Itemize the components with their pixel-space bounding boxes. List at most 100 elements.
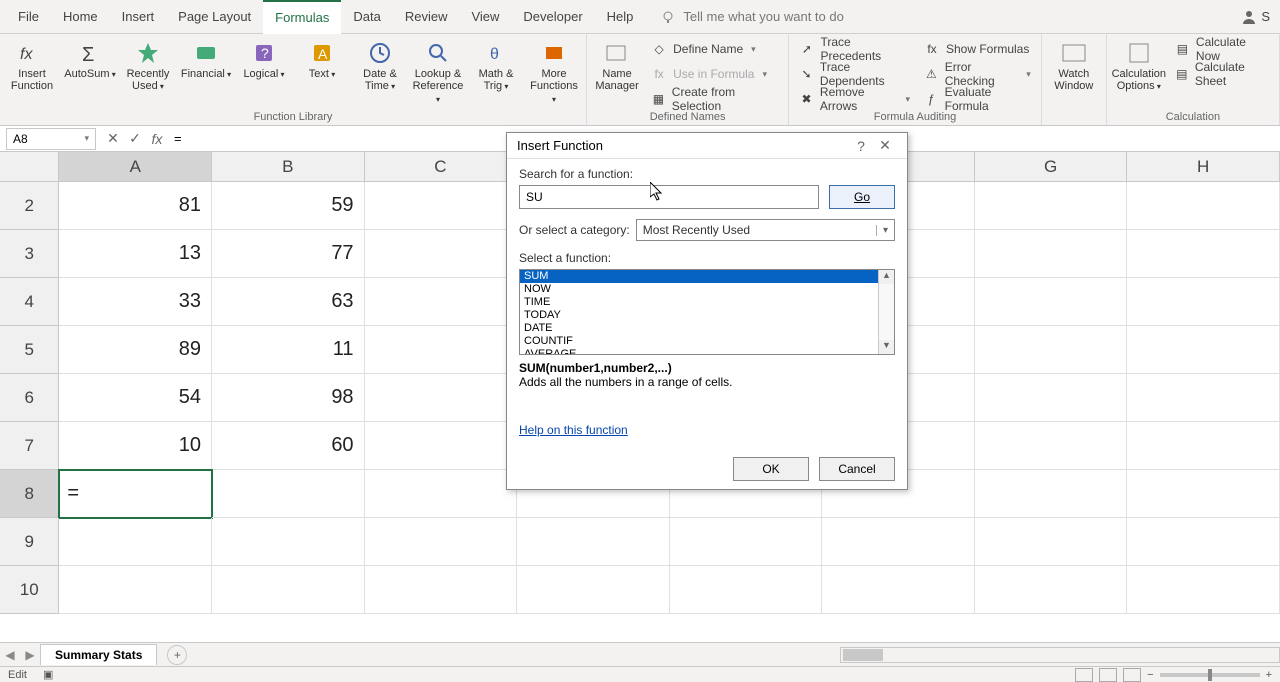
cell[interactable]: 89: [59, 326, 212, 374]
define-name-button[interactable]: ◇Define Name▾: [647, 38, 782, 60]
cell[interactable]: [975, 422, 1128, 470]
zoom-slider[interactable]: [1160, 673, 1260, 677]
show-formulas-button[interactable]: fxShow Formulas: [920, 38, 1035, 60]
cell[interactable]: [365, 518, 518, 566]
zoom-in-button[interactable]: +: [1266, 669, 1272, 681]
text-button[interactable]: AText ▾: [296, 36, 348, 81]
row-header[interactable]: 7: [0, 422, 59, 470]
column-header[interactable]: G: [975, 152, 1128, 182]
cell[interactable]: 13: [59, 230, 212, 278]
cell[interactable]: [1127, 278, 1280, 326]
calculate-sheet-button[interactable]: ▤Calculate Sheet: [1171, 63, 1273, 85]
sheet-nav-next[interactable]: ▶: [20, 648, 40, 662]
ok-button[interactable]: OK: [733, 457, 809, 481]
evaluate-formula-button[interactable]: ƒEvaluate Formula: [920, 88, 1035, 110]
category-select[interactable]: Most Recently Used▾: [636, 219, 895, 241]
name-box[interactable]: A8▾: [6, 128, 96, 150]
cell[interactable]: 33: [59, 278, 212, 326]
cell[interactable]: 54: [59, 374, 212, 422]
function-list-item[interactable]: NOW: [520, 283, 894, 296]
tab-view[interactable]: View: [459, 0, 511, 34]
chevron-down-icon[interactable]: ▾: [84, 133, 89, 144]
dialog-help-button[interactable]: ?: [849, 138, 873, 154]
select-all-corner[interactable]: [0, 152, 59, 182]
cell[interactable]: [517, 566, 670, 614]
error-checking-button[interactable]: ⚠Error Checking▾: [920, 63, 1035, 85]
cell[interactable]: [975, 326, 1128, 374]
cell[interactable]: [1127, 182, 1280, 230]
calculation-options-button[interactable]: CalculationOptions ▾: [1113, 36, 1165, 93]
cell[interactable]: [975, 278, 1128, 326]
column-header[interactable]: C: [365, 152, 518, 182]
date-time-button[interactable]: Date &Time ▾: [354, 36, 406, 93]
scroll-down-icon[interactable]: ▼: [879, 340, 894, 354]
cell[interactable]: [1127, 518, 1280, 566]
trace-dependents-button[interactable]: ➘Trace Dependents: [795, 63, 914, 85]
autosum-button[interactable]: ΣAutoSum ▾: [64, 36, 116, 81]
cell[interactable]: [975, 566, 1128, 614]
function-list-item[interactable]: TIME: [520, 296, 894, 309]
cell[interactable]: [365, 326, 518, 374]
sheet-nav-prev[interactable]: ◀: [0, 648, 20, 662]
cell[interactable]: [212, 518, 365, 566]
cell[interactable]: [975, 374, 1128, 422]
cell[interactable]: [822, 566, 975, 614]
tab-help[interactable]: Help: [595, 0, 646, 34]
cell[interactable]: [59, 566, 212, 614]
cell[interactable]: 98: [212, 374, 365, 422]
cell[interactable]: 60: [212, 422, 365, 470]
cell[interactable]: [365, 374, 518, 422]
cancel-button[interactable]: Cancel: [819, 457, 895, 481]
column-header[interactable]: H: [1127, 152, 1280, 182]
math-button[interactable]: θMath &Trig ▾: [470, 36, 522, 93]
cancel-formula-button[interactable]: ✕: [102, 128, 124, 150]
sheet-tab[interactable]: Summary Stats: [40, 644, 157, 665]
trace-precedents-button[interactable]: ➚Trace Precedents: [795, 38, 914, 60]
share-button[interactable]: S: [1241, 9, 1270, 25]
macro-record-icon[interactable]: ▣: [43, 668, 53, 681]
cell[interactable]: =: [59, 470, 212, 518]
cell[interactable]: 77: [212, 230, 365, 278]
column-header[interactable]: A: [59, 152, 212, 182]
cell[interactable]: 81: [59, 182, 212, 230]
row-header[interactable]: 9: [0, 518, 59, 566]
cell[interactable]: [1127, 422, 1280, 470]
search-input[interactable]: [519, 185, 819, 209]
cell[interactable]: 11: [212, 326, 365, 374]
row-header[interactable]: 10: [0, 566, 59, 614]
view-normal-button[interactable]: [1075, 668, 1093, 682]
name-manager-button[interactable]: NameManager: [593, 36, 641, 92]
cell[interactable]: [975, 470, 1128, 518]
row-header[interactable]: 2: [0, 182, 59, 230]
cell[interactable]: 10: [59, 422, 212, 470]
function-list-item[interactable]: AVERAGE: [520, 348, 894, 355]
function-list-item[interactable]: SUM: [520, 270, 894, 283]
tab-file[interactable]: File: [6, 0, 51, 34]
calculate-now-button[interactable]: ▤Calculate Now: [1171, 38, 1273, 60]
zoom-out-button[interactable]: −: [1147, 669, 1153, 681]
tab-data[interactable]: Data: [341, 0, 392, 34]
dialog-titlebar[interactable]: Insert Function ? ✕: [507, 133, 907, 159]
cell[interactable]: [1127, 470, 1280, 518]
function-list-item[interactable]: COUNTIF: [520, 335, 894, 348]
cell[interactable]: [1127, 230, 1280, 278]
create-from-selection-button[interactable]: ▦Create from Selection: [647, 88, 782, 110]
lookup-button[interactable]: Lookup &Reference ▾: [412, 36, 464, 106]
cell[interactable]: [1127, 326, 1280, 374]
cell[interactable]: [212, 470, 365, 518]
function-listbox[interactable]: SUMNOWTIMETODAYDATECOUNTIFAVERAGE ▲ ▼: [519, 269, 895, 355]
logical-button[interactable]: ?Logical ▾: [238, 36, 290, 81]
cell[interactable]: [365, 230, 518, 278]
cell[interactable]: [822, 518, 975, 566]
help-link[interactable]: Help on this function: [519, 423, 628, 437]
cell[interactable]: [1127, 566, 1280, 614]
row-header[interactable]: 8: [0, 470, 59, 518]
cell[interactable]: [212, 566, 365, 614]
function-list-item[interactable]: DATE: [520, 322, 894, 335]
row-header[interactable]: 3: [0, 230, 59, 278]
dialog-close-button[interactable]: ✕: [873, 137, 897, 154]
column-header[interactable]: B: [212, 152, 365, 182]
view-break-button[interactable]: [1123, 668, 1141, 682]
tab-review[interactable]: Review: [393, 0, 460, 34]
go-button[interactable]: Go: [829, 185, 895, 209]
